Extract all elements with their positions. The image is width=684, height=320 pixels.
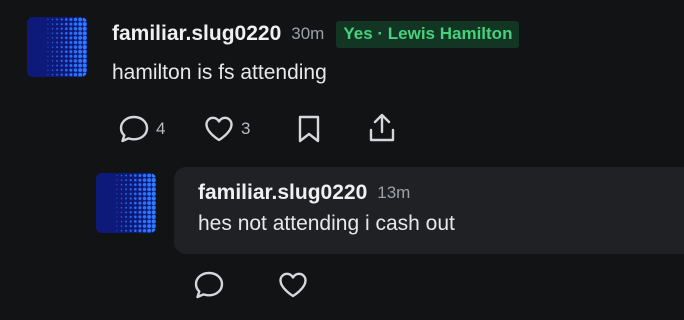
reply-text: hes not attending i cash out <box>198 212 455 235</box>
avatar[interactable] <box>27 17 87 77</box>
bookmark-button[interactable] <box>296 114 322 144</box>
like-count: 3 <box>241 119 251 138</box>
reply-comment-button[interactable] <box>193 270 225 300</box>
avatar-dot-pattern-icon <box>116 173 156 233</box>
comment-text: hamilton is fs attending <box>112 61 327 84</box>
avatar-dot-pattern-icon <box>47 17 87 77</box>
share-button[interactable] <box>367 112 397 144</box>
comment-username[interactable]: familiar.slug0220 <box>112 22 281 46</box>
comment-timestamp: 30m <box>291 24 325 43</box>
like-button[interactable]: 3 <box>203 114 250 144</box>
speech-bubble-icon <box>119 115 149 143</box>
comment-reply-button[interactable]: 4 <box>118 114 165 144</box>
speech-bubble-icon <box>194 271 224 299</box>
share-icon <box>369 113 395 142</box>
reply-header: familiar.slug0220 13m <box>198 179 410 207</box>
heart-icon <box>279 272 307 298</box>
bookmark-icon <box>298 115 320 143</box>
comment-header: familiar.slug0220 30m Yes · Lewis Hamilt… <box>112 20 520 48</box>
reply-avatar[interactable] <box>96 173 156 233</box>
reply-username[interactable]: familiar.slug0220 <box>198 181 367 205</box>
reply-timestamp: 13m <box>377 183 411 202</box>
reply-like-button[interactable] <box>277 270 309 300</box>
position-badge: Yes · Lewis Hamilton <box>336 20 520 48</box>
heart-icon <box>205 116 233 142</box>
comment-count: 4 <box>156 119 166 138</box>
